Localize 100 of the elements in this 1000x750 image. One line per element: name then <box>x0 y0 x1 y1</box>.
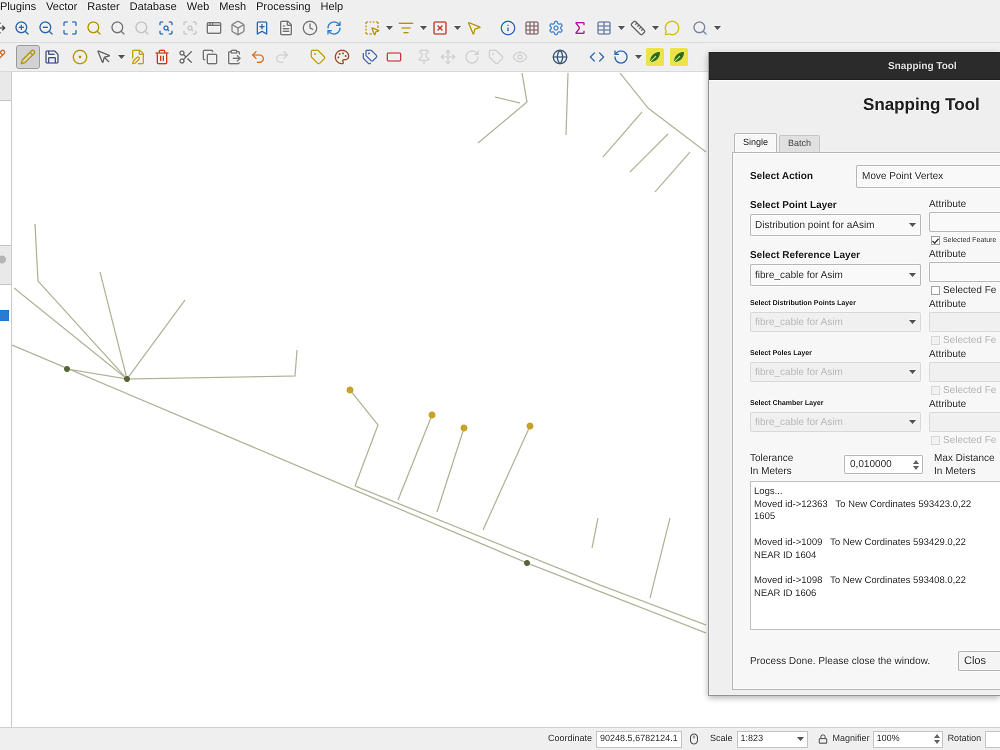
layer-dropdown[interactable]: Distribution point for aAsim <box>750 214 921 236</box>
plugin-button[interactable] <box>643 45 667 69</box>
gear-icon <box>548 20 564 36</box>
point-marker <box>460 424 468 432</box>
globe-icon <box>552 49 568 65</box>
palette-icon <box>334 49 350 65</box>
magnifier-icon <box>86 20 102 36</box>
expand-corners-icon <box>62 20 78 36</box>
magnifier-frame-icon <box>158 20 174 36</box>
pointer-icon <box>96 49 112 65</box>
bookmark-plus-icon <box>254 20 270 36</box>
close-button[interactable]: Clos <box>958 651 1000 671</box>
note-pencil-icon <box>130 49 146 65</box>
attribute-label: Attribute <box>929 399 968 411</box>
caret-icon[interactable] <box>634 55 642 59</box>
attribute-field[interactable] <box>929 262 1000 282</box>
layer-dropdown[interactable]: fibre_cable for Asim <box>750 264 921 286</box>
caret-icon[interactable] <box>118 55 124 59</box>
menu-item[interactable]: Help <box>320 0 344 14</box>
checkbox[interactable] <box>931 286 940 295</box>
tags-icon <box>362 49 378 65</box>
checkmark-icon <box>932 238 939 244</box>
attribute-field[interactable] <box>929 212 1000 232</box>
toggle-editing-button[interactable] <box>16 45 40 69</box>
point-marker <box>428 412 436 418</box>
checkbox-label: Selected Fe <box>943 286 996 296</box>
dialog-heading: Snapping Tool <box>863 95 980 114</box>
magnifier-icon <box>110 20 126 36</box>
log-line: NEAR ID 1606 <box>754 588 818 600</box>
cube-icon <box>230 20 246 36</box>
square-x-icon <box>432 20 448 36</box>
mouse-icon[interactable] <box>688 733 700 745</box>
pencil-icon <box>20 49 36 65</box>
caret-icon[interactable] <box>909 273 916 277</box>
tab[interactable]: Batch <box>779 135 820 152</box>
caret-icon[interactable] <box>714 26 720 30</box>
scale-dropdown[interactable]: 1:823 <box>736 730 808 748</box>
caret-icon[interactable] <box>454 26 460 30</box>
magnifier-frame-icon <box>182 20 198 36</box>
point-marker <box>526 422 534 430</box>
rotation-field[interactable] <box>985 730 1000 748</box>
layer-label: Select Reference Layer <box>750 249 862 262</box>
caret-icon[interactable] <box>618 26 624 30</box>
status-message: Process Done. Please close the window. <box>750 654 930 668</box>
table-icon <box>596 20 612 36</box>
log-text-area[interactable]: Logs... Moved id->12363 To New Cordinates 593423.0,22 1605 Moved id->1009 To New Cordinates 593429.0,22 NEAR ID 1604 Moved id->1098 To New Cordinates 593408.0,22 NEAR ID 1606 <box>750 481 1000 630</box>
attribute-label: Attribute <box>929 199 968 211</box>
ruler-icon <box>630 20 646 36</box>
checkbox-label: Selected Fe <box>943 436 996 446</box>
action-dropdown[interactable]: Move Point Vertex <box>856 165 1000 188</box>
refresh-icon <box>326 20 342 36</box>
circular-arrow-icon <box>613 49 629 65</box>
log-line: Moved id->1009 To New Cordinates 593429.0,22 <box>754 536 967 550</box>
junction-marker <box>524 560 530 566</box>
checkbox-label: Selected Fe <box>943 386 996 396</box>
caret-icon[interactable] <box>386 26 392 30</box>
tab[interactable]: Single <box>734 133 778 152</box>
menu-item[interactable]: Plugins <box>0 0 36 14</box>
spin-arrows-icon[interactable] <box>934 733 940 745</box>
caret-icon[interactable] <box>909 223 916 227</box>
tag-icon <box>310 49 326 65</box>
selection-pointer-icon <box>364 20 380 36</box>
pointer-icon <box>466 20 482 36</box>
tag-icon <box>488 49 504 65</box>
eye-icon <box>512 49 528 65</box>
log-line: Logs... <box>754 486 784 499</box>
clock-icon <box>302 20 318 36</box>
magnifier-spinbox[interactable]: 100% <box>872 730 943 748</box>
menu-item[interactable]: Database <box>130 0 177 14</box>
coordinate-field[interactable]: 90248.5,6782124.1 <box>596 730 682 748</box>
magnifier-icon <box>692 20 708 36</box>
clipboard-icon <box>226 49 242 65</box>
redo-arrow-icon <box>274 49 290 65</box>
caret-icon[interactable] <box>796 737 804 741</box>
scale-label: Scale <box>710 732 733 746</box>
checkbox[interactable] <box>931 236 940 245</box>
menu-item[interactable]: Web <box>186 0 210 14</box>
checkbox-label: Selected Fe <box>943 336 996 346</box>
window-icon <box>206 20 222 36</box>
lock-icon[interactable] <box>818 734 828 744</box>
magnifier-plus-icon <box>14 20 30 36</box>
menu-item[interactable]: Processing <box>256 0 311 14</box>
rotate-arrow-icon <box>464 49 480 65</box>
magnifier-label: Magnifier <box>832 732 870 746</box>
plugin-button[interactable] <box>667 45 691 69</box>
caret-icon[interactable] <box>652 26 658 30</box>
attribute-label: Attribute <box>929 349 968 361</box>
caret-icon[interactable] <box>420 26 426 30</box>
spin-arrows-icon[interactable] <box>913 458 919 470</box>
attribute-label: Attribute <box>929 249 968 261</box>
info-icon <box>500 20 516 36</box>
window-title: Snapping Tool <box>888 60 957 74</box>
menu-item[interactable]: Mesh <box>219 0 246 14</box>
unit-label: In Meters <box>750 464 793 478</box>
tolerance-spinbox[interactable]: 0,010000 <box>844 455 923 474</box>
menu-item[interactable]: Raster <box>87 0 120 14</box>
leaf-tile-icon <box>670 48 688 66</box>
document-icon <box>278 20 294 36</box>
dot-circle-icon <box>72 49 88 65</box>
menu-item[interactable]: Vector <box>46 0 78 14</box>
